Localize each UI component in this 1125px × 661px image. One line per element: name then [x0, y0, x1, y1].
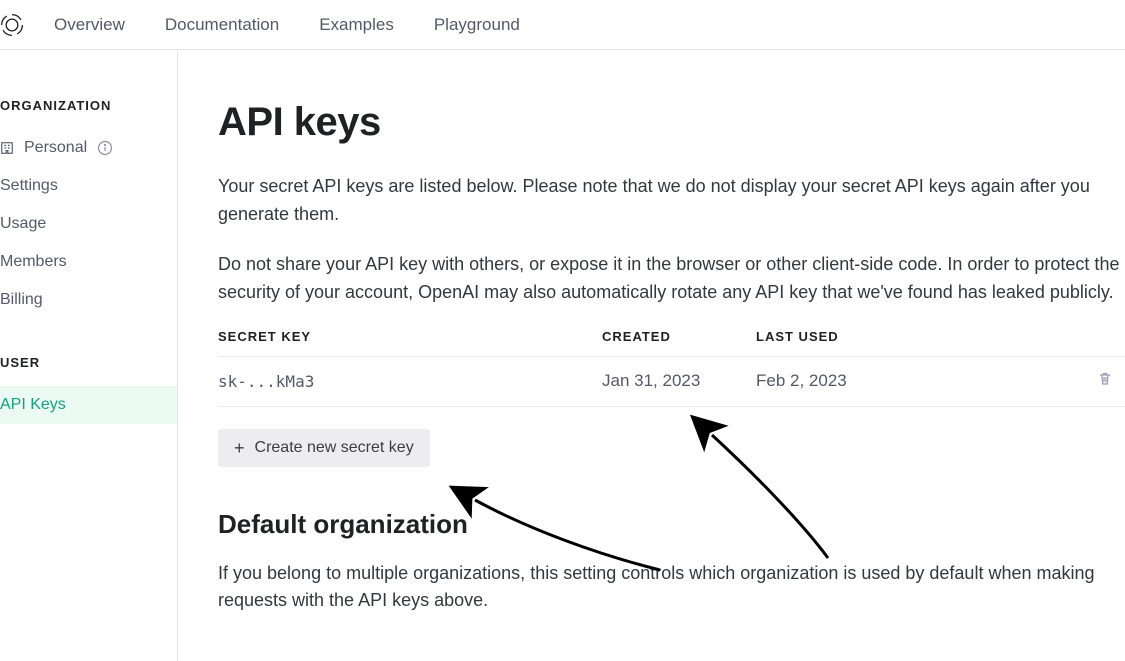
sidebar-item-personal[interactable]: Personal — [0, 129, 177, 167]
building-icon — [0, 141, 16, 155]
table-row: sk-...kMa3 Jan 31, 2023 Feb 2, 2023 — [218, 357, 1125, 407]
sidebar-personal-label: Personal — [24, 139, 87, 157]
sidebar-item-members[interactable]: Members — [0, 243, 177, 281]
nav-playground[interactable]: Playground — [434, 15, 520, 35]
nav-overview[interactable]: Overview — [54, 15, 125, 35]
top-nav: Overview Documentation Examples Playgrou… — [0, 0, 1125, 50]
sidebar-user-label: USER — [0, 355, 177, 370]
sidebar: ORGANIZATION Personal Settings Usage Mem… — [0, 50, 178, 661]
sidebar-item-settings[interactable]: Settings — [0, 167, 177, 205]
cell-last-used: Feb 2, 2023 — [756, 371, 1085, 391]
default-org-paragraph: If you belong to multiple organizations,… — [218, 560, 1125, 616]
intro-paragraph-1: Your secret API keys are listed below. P… — [218, 173, 1125, 229]
plus-icon: + — [234, 439, 245, 457]
nav-documentation[interactable]: Documentation — [165, 15, 279, 35]
col-header-created: CREATED — [602, 329, 756, 344]
info-icon[interactable] — [97, 140, 113, 156]
cell-secret-key: sk-...kMa3 — [218, 372, 602, 391]
sidebar-item-api-keys[interactable]: API Keys — [0, 386, 177, 424]
sidebar-org-label: ORGANIZATION — [0, 98, 177, 113]
col-header-last-used: LAST USED — [756, 329, 1085, 344]
intro-paragraph-2: Do not share your API key with others, o… — [218, 251, 1125, 307]
openai-logo-icon — [0, 11, 26, 39]
page-title: API keys — [218, 100, 1125, 145]
main-content: API keys Your secret API keys are listed… — [178, 50, 1125, 661]
create-secret-key-button[interactable]: + Create new secret key — [218, 429, 430, 467]
cell-created: Jan 31, 2023 — [602, 371, 756, 391]
sidebar-item-billing[interactable]: Billing — [0, 281, 177, 319]
col-header-secret-key: SECRET KEY — [218, 329, 602, 344]
delete-key-button[interactable] — [1097, 371, 1113, 392]
nav-examples[interactable]: Examples — [319, 15, 394, 35]
api-keys-table: SECRET KEY CREATED LAST USED sk-...kMa3 … — [218, 329, 1125, 407]
default-org-title: Default organization — [218, 509, 1125, 540]
sidebar-item-usage[interactable]: Usage — [0, 205, 177, 243]
create-button-label: Create new secret key — [255, 439, 414, 457]
